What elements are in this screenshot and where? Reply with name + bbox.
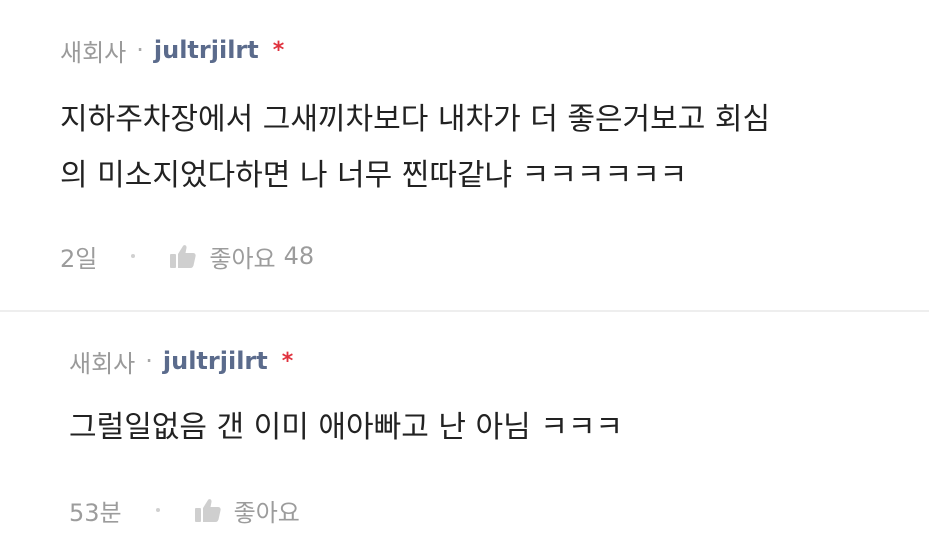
author-username[interactable]: jultrjilrt <box>154 36 259 64</box>
comment-author-line: 새회사 · jultrjilrt * <box>60 32 284 68</box>
like-button[interactable]: 좋아요 <box>194 493 308 528</box>
author-separator: · <box>145 347 153 375</box>
thumbs-up-icon <box>194 497 222 523</box>
comment-time: 53분 <box>69 498 122 527</box>
comment-text-line: 지하주차장에서 그새끼차보다 내차가 더 좋은거보고 회심 <box>60 102 771 137</box>
like-button[interactable]: 좋아요 48 <box>169 239 314 274</box>
thumbs-up-icon <box>169 243 197 269</box>
comment-footer: 53분 좋아요 <box>69 490 308 530</box>
comment-text-line: 의 미소지었다하면 나 너무 찐따같냐 ㅋㅋㅋㅋㅋㅋ <box>60 158 688 193</box>
comment-text-line: 그럴일없음 갠 이미 애아빠고 난 아님 ㅋㅋㅋ <box>69 410 624 445</box>
footer-dot-separator <box>155 508 160 512</box>
comment-item: 새회사 · jultrjilrt * 그럴일없음 갠 이미 애아빠고 난 아님 … <box>0 310 929 552</box>
author-nickname: 새회사 <box>69 349 136 378</box>
author-separator: · <box>136 36 144 64</box>
author-username[interactable]: jultrjilrt <box>163 347 268 375</box>
like-label: 좋아요 <box>209 244 276 273</box>
comment-item: 새회사 · jultrjilrt * 지하주차장에서 그새끼차보다 내차가 더 … <box>0 0 929 310</box>
comment-footer: 2일 좋아요 48 <box>60 236 314 276</box>
comment-text: 그럴일없음 갠 이미 애아빠고 난 아님 ㅋㅋㅋ <box>69 400 623 456</box>
footer-dot-separator <box>131 254 136 258</box>
comment-author-line: 새회사 · jultrjilrt * <box>69 343 293 379</box>
comment-text: 지하주차장에서 그새끼차보다 내차가 더 좋은거보고 회심 의 미소지었다하면 … <box>60 92 770 204</box>
like-count: 48 <box>283 242 315 270</box>
comment-time: 2일 <box>60 244 98 273</box>
author-badge: * <box>272 37 285 63</box>
like-label: 좋아요 <box>233 498 300 527</box>
author-nickname: 새회사 <box>60 38 127 67</box>
author-badge: * <box>281 348 294 374</box>
